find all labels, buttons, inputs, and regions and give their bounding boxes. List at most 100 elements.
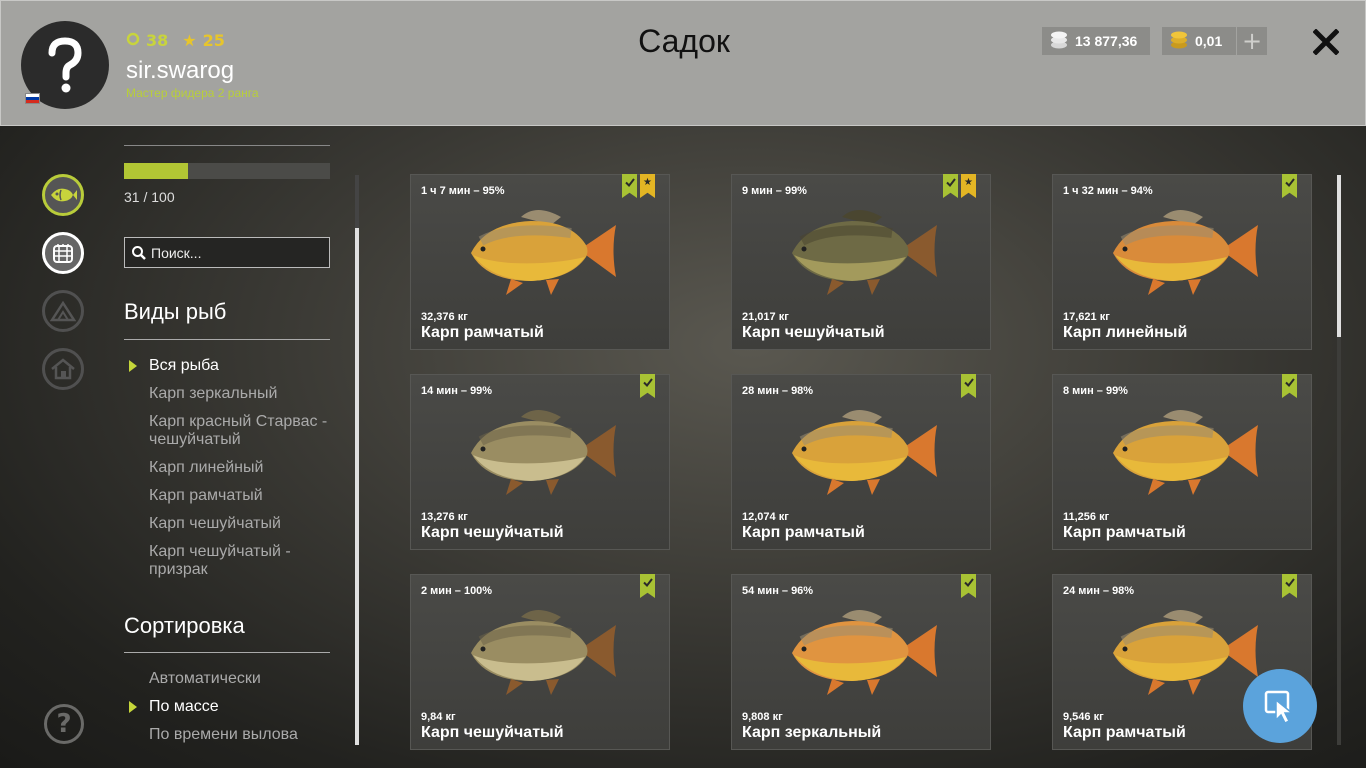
sort-list: Автоматически По массе По времени вылова bbox=[124, 670, 334, 754]
card-badges bbox=[640, 574, 655, 598]
species-item[interactable]: Карп рамчатый bbox=[124, 487, 334, 505]
sort-item[interactable]: По времени вылова bbox=[124, 726, 334, 744]
fish-image bbox=[471, 210, 616, 295]
check-badge-icon bbox=[961, 374, 976, 398]
russia-flag-icon bbox=[25, 93, 40, 104]
fish-image bbox=[1113, 210, 1258, 295]
trophy-star-badge-icon: ★ bbox=[640, 174, 655, 198]
species-item[interactable]: Карп линейный bbox=[124, 459, 334, 477]
fish-card[interactable]: 28 мин – 98% 12,074 кг Карп рамчатый bbox=[731, 374, 991, 550]
species-label: Карп чешуйчатый bbox=[149, 515, 281, 532]
fish-card[interactable]: 9 мин – 99% ★ 21,017 кг Карп чешуйчатый bbox=[731, 174, 991, 350]
cursor-mode-button[interactable] bbox=[1243, 669, 1317, 743]
add-gold-button[interactable]: + bbox=[1237, 27, 1267, 55]
fish-card[interactable]: 54 мин – 96% 9,808 кг Карп зеркальный bbox=[731, 574, 991, 750]
species-label: Вся рыба bbox=[149, 357, 219, 374]
species-item[interactable]: Карп чешуйчатый - призрак bbox=[124, 543, 334, 579]
nav-fish-button[interactable] bbox=[42, 174, 84, 216]
gold-balance: 0,01 bbox=[1162, 27, 1236, 55]
check-badge-icon bbox=[961, 574, 976, 598]
species-item[interactable]: Карп красный Старвас - чешуйчатый bbox=[124, 413, 334, 449]
fish-weight: 11,256 кг bbox=[1063, 511, 1110, 523]
selected-arrow-icon bbox=[129, 360, 137, 372]
fish-card[interactable]: 1 ч 32 мин – 94% 17,621 кг Карп линейный bbox=[1052, 174, 1312, 350]
fish-card[interactable]: 1 ч 7 мин – 95% ★ 32,376 кг Карп рамчатый bbox=[410, 174, 670, 350]
home-icon bbox=[51, 358, 75, 380]
species-heading: Виды рыб bbox=[124, 299, 227, 324]
close-button[interactable] bbox=[1309, 25, 1343, 59]
species-label: Карп чешуйчатый - призрак bbox=[149, 543, 291, 578]
species-label: Карп линейный bbox=[149, 459, 264, 476]
keepnet-capacity-bar bbox=[124, 163, 330, 179]
selected-arrow-icon bbox=[129, 701, 137, 713]
silver-amount: 13 877,36 bbox=[1075, 33, 1138, 49]
species-item[interactable]: Вся рыба bbox=[124, 357, 334, 375]
fish-weight: 9,808 кг bbox=[742, 711, 783, 723]
sort-label: По массе bbox=[149, 698, 219, 715]
fish-card[interactable]: 2 мин – 100% 9,84 кг Карп чешуйчатый bbox=[410, 574, 670, 750]
fish-card[interactable]: 8 мин – 99% 11,256 кг Карп рамчатый bbox=[1052, 374, 1312, 550]
player-rank: Мастер фидера 2 ранга bbox=[126, 86, 259, 100]
fish-image bbox=[792, 210, 937, 295]
sort-heading: Сортировка bbox=[124, 613, 245, 638]
trophy-star-badge-icon: ★ bbox=[961, 174, 976, 198]
fish-card[interactable]: 14 мин – 99% 13,276 кг Карп чешуйчатый bbox=[410, 374, 670, 550]
card-badges bbox=[961, 574, 976, 598]
silver-coins-icon bbox=[1048, 30, 1070, 53]
help-button[interactable]: ? bbox=[44, 704, 84, 744]
fish-weight: 9,546 кг bbox=[1063, 711, 1104, 723]
fish-image bbox=[471, 610, 616, 695]
fish-image bbox=[1113, 410, 1258, 495]
fish-weight: 13,276 кг bbox=[421, 511, 468, 523]
species-item[interactable]: Карп зеркальный bbox=[124, 385, 334, 403]
nav-tent-button[interactable] bbox=[42, 290, 84, 332]
species-label: Карп рамчатый bbox=[149, 487, 263, 504]
grid-scrollbar-thumb[interactable] bbox=[1337, 175, 1341, 337]
fish-icon bbox=[51, 188, 77, 202]
card-badges bbox=[1282, 374, 1297, 398]
sort-item[interactable]: По массе bbox=[124, 698, 334, 716]
search-input[interactable] bbox=[151, 244, 321, 261]
fish-weight: 9,84 кг bbox=[421, 711, 456, 723]
fish-weight: 17,621 кг bbox=[1063, 311, 1110, 323]
fish-name: Карп рамчатый bbox=[742, 524, 865, 541]
sort-label: Автоматически bbox=[149, 670, 261, 687]
capacity-fill bbox=[124, 163, 188, 179]
card-badges bbox=[640, 374, 655, 398]
username: sir.swarog bbox=[126, 57, 235, 84]
sort-item[interactable]: Автоматически bbox=[124, 670, 334, 688]
check-badge-icon bbox=[640, 374, 655, 398]
species-divider bbox=[124, 339, 330, 340]
sort-divider bbox=[124, 652, 330, 653]
card-badges bbox=[1282, 174, 1297, 198]
top-bar: 38 ★ 25 sir.swarog Мастер фидера 2 ранга… bbox=[0, 0, 1366, 126]
search-icon bbox=[132, 245, 146, 260]
fish-name: Карп линейный bbox=[1063, 324, 1188, 341]
cursor-icon bbox=[1264, 690, 1295, 725]
card-badges bbox=[961, 374, 976, 398]
fish-name: Карп чешуйчатый bbox=[742, 324, 885, 341]
silver-balance: 13 877,36 bbox=[1042, 27, 1150, 55]
check-badge-icon bbox=[1282, 174, 1297, 198]
fish-name: Карп чешуйчатый bbox=[421, 524, 564, 541]
fish-name: Карп зеркальный bbox=[742, 724, 882, 741]
tent-icon bbox=[50, 300, 76, 322]
gold-coins-icon bbox=[1168, 30, 1190, 53]
species-label: Карп зеркальный bbox=[149, 385, 278, 402]
fish-image bbox=[471, 410, 616, 495]
nav-keepnet-button[interactable] bbox=[42, 232, 84, 274]
fish-image bbox=[792, 610, 937, 695]
check-badge-icon bbox=[1282, 574, 1297, 598]
search-box[interactable] bbox=[124, 237, 330, 268]
species-item[interactable]: Карп чешуйчатый bbox=[124, 515, 334, 533]
fish-weight: 12,074 кг bbox=[742, 511, 789, 523]
fish-name: Карп рамчатый bbox=[1063, 724, 1186, 741]
gold-amount: 0,01 bbox=[1195, 33, 1223, 49]
fish-name: Карп рамчатый bbox=[1063, 524, 1186, 541]
nav-home-button[interactable] bbox=[42, 348, 84, 390]
sidebar-scrollbar-thumb[interactable] bbox=[355, 228, 359, 745]
check-badge-icon bbox=[640, 574, 655, 598]
help-icon: ? bbox=[56, 709, 72, 739]
fish-name: Карп чешуйчатый bbox=[421, 724, 564, 741]
fish-image bbox=[792, 410, 937, 495]
